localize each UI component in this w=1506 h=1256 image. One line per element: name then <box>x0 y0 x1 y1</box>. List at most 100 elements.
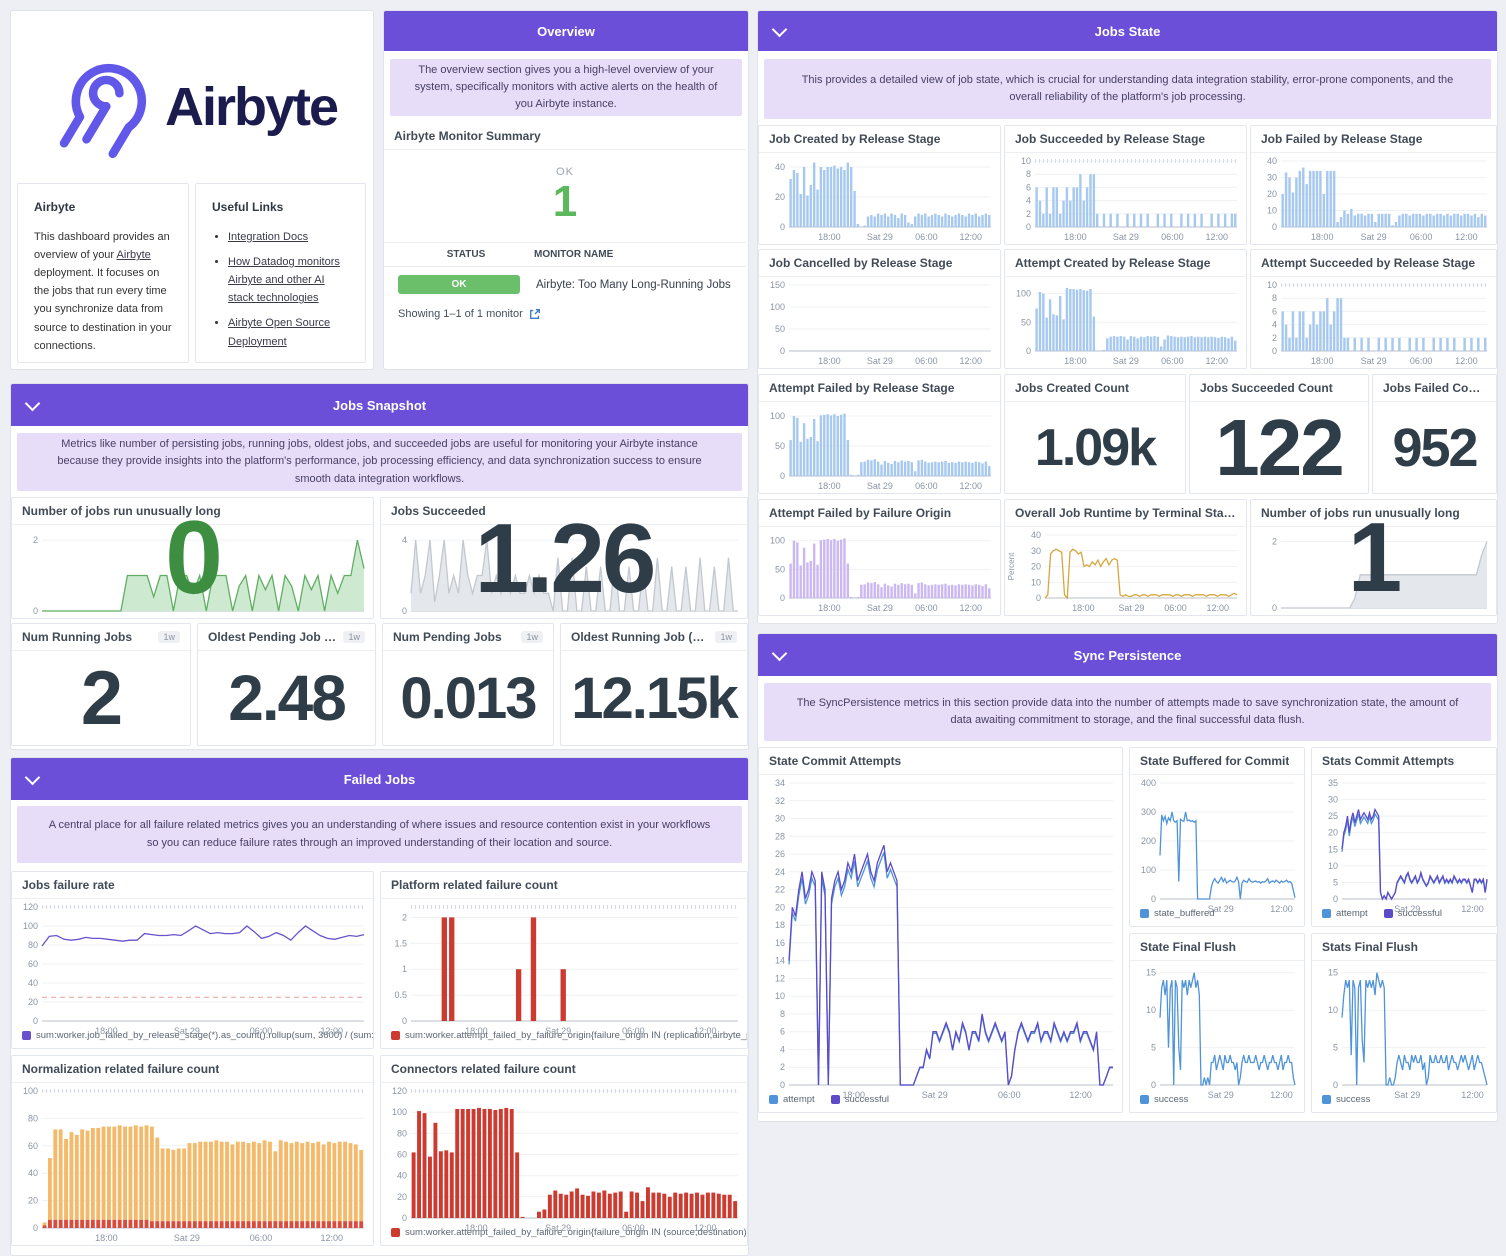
timeseries-chart[interactable]: 0 5 10 15 20 25 30 35 Sat 29 12:00 <box>1312 775 1496 914</box>
timeseries-chart[interactable]: 0 20 40 60 80 100 18:00 Sat 29 06:00 12:00 <box>12 1083 373 1245</box>
link-integration-docs[interactable]: Integration Docs <box>228 231 308 243</box>
svg-text:14: 14 <box>775 956 785 966</box>
svg-text:Sat 29: Sat 29 <box>174 1026 200 1036</box>
svg-text:4: 4 <box>780 1045 785 1055</box>
widget-title: Oldest Running Job (Secs) <box>571 630 710 644</box>
svg-text:35: 35 <box>1328 778 1338 788</box>
widget-title: Overall Job Runtime by Terminal State (S… <box>1015 506 1236 520</box>
svg-text:18:00: 18:00 <box>1064 356 1087 366</box>
svg-text:10: 10 <box>1328 861 1338 871</box>
svg-text:06:00: 06:00 <box>915 232 938 242</box>
useful-links-card: Useful Links Integration Docs How Datado… <box>195 183 366 363</box>
widget-title: Jobs Succeeded Count <box>1200 381 1333 395</box>
svg-text:40: 40 <box>397 1171 407 1181</box>
svg-text:12:00: 12:00 <box>1461 904 1484 914</box>
timeseries-chart[interactable]: 0 20 40 60 80 100 120 18:00 Sat 29 06:00 12:00 <box>381 1083 747 1233</box>
svg-text:06:00: 06:00 <box>1410 356 1433 366</box>
svg-text:Sat 29: Sat 29 <box>1118 603 1144 613</box>
svg-text:12:00: 12:00 <box>321 1233 344 1243</box>
timeseries-chart[interactable]: 02 <box>1251 527 1496 615</box>
collapse-chevron-icon[interactable] <box>24 769 41 786</box>
collapse-chevron-icon[interactable] <box>24 395 41 412</box>
timeseries-chart[interactable]: 0 10 20 30 40 18:00 Sat 29 06:00 12:00 <box>1251 153 1496 244</box>
widget-title: Number of jobs run unusually long <box>1261 506 1460 520</box>
section-header-jobs-snapshot[interactable]: Jobs Snapshot <box>11 384 748 426</box>
svg-text:2: 2 <box>402 912 407 922</box>
timeseries-chart[interactable]: 0 0.5 1 1.5 2 18:00 Sat 29 06:00 12:00 <box>381 899 747 1036</box>
svg-text:0: 0 <box>1026 222 1031 232</box>
widget-jobs-failure-rate: Jobs failure rate 0 20 40 60 80 100 120 18:00 Sa… <box>11 871 374 1049</box>
widget-connectors-related-failure-count: Connectors related failure count 0 20 40 60… <box>380 1055 748 1246</box>
svg-text:15: 15 <box>1146 968 1156 978</box>
collapse-chevron-icon[interactable] <box>771 645 788 662</box>
monitor-row[interactable]: OK Airbyte: Too Many Long-Running Jobs <box>384 267 746 302</box>
svg-text:Sat 29: Sat 29 <box>1208 1090 1234 1100</box>
link-datadog-monitors[interactable]: How Datadog monitors Airbyte and other A… <box>228 256 340 304</box>
svg-text:0: 0 <box>402 1213 407 1223</box>
svg-text:06:00: 06:00 <box>915 356 938 366</box>
external-link-icon[interactable] <box>529 308 541 320</box>
timeseries-chart[interactable]: 0 20 40 60 80 100 120 18:00 Sat 29 06:00 12:00 <box>12 899 373 1036</box>
timeseries-chart[interactable]: 0 2 4 6 8 10 18:00 Sat 29 06:00 12:00 <box>1005 153 1246 244</box>
timeseries-chart[interactable]: 0 50 100 18:00 Sat 29 06:00 12:00 <box>1005 277 1246 368</box>
widget-num-pending-jobs: Num Pending Jobs 1w 0.013 <box>382 623 554 746</box>
svg-text:0: 0 <box>33 1016 38 1026</box>
timeseries-chart[interactable]: 0 20 40 18:00 Sat 29 06:00 12:00 <box>759 153 1000 244</box>
svg-text:50: 50 <box>775 441 785 451</box>
svg-text:0: 0 <box>33 1223 38 1233</box>
timeseries-chart[interactable]: 0 2 4 6 8 10 18:00 Sat 29 06:00 12:00 <box>1251 277 1496 368</box>
timeseries-chart[interactable]: 0 50 100 18:00 Sat 29 06:00 12:00 <box>759 402 1000 493</box>
timeseries-chart[interactable]: 0 10 20 30 40 Percent 18:00 Sat 29 06:00 12:00 <box>1005 527 1246 615</box>
timeseries-chart[interactable]: 0 100 200 300 400 Sat 29 12:00 <box>1130 775 1304 914</box>
section-title: Failed Jobs <box>343 771 416 787</box>
svg-text:18:00: 18:00 <box>465 1223 488 1233</box>
svg-text:60: 60 <box>397 1150 407 1160</box>
widget-state-buffered-for-commit: State Buffered for Commit 0 100 200 300 400 S… <box>1129 747 1305 927</box>
svg-text:40: 40 <box>1031 530 1041 540</box>
svg-text:18:00: 18:00 <box>95 1026 118 1036</box>
timeseries-chart[interactable]: 0 50 100 18:00 Sat 29 06:00 12:00 <box>759 527 1000 615</box>
timeseries-chart[interactable]: 0 5 10 15 Sat 29 12:00 <box>1312 961 1496 1100</box>
svg-text:06:00: 06:00 <box>622 1223 645 1233</box>
svg-text:18:00: 18:00 <box>1072 603 1095 613</box>
svg-text:06:00: 06:00 <box>1161 232 1184 242</box>
section-header-failed-jobs[interactable]: Failed Jobs <box>11 758 748 800</box>
svg-text:100: 100 <box>23 1086 38 1096</box>
svg-text:12:00: 12:00 <box>1207 603 1230 613</box>
collapse-chevron-icon[interactable] <box>771 21 788 38</box>
svg-text:4: 4 <box>402 535 407 545</box>
widget-stats-commit-attempts: Stats Commit Attempts 0 5 10 15 20 25 30 35 Sat … <box>1311 747 1497 927</box>
timeseries-chart[interactable]: 02 <box>12 525 373 618</box>
svg-text:15: 15 <box>1328 844 1338 854</box>
svg-text:20: 20 <box>1267 189 1277 199</box>
timeseries-chart[interactable]: 0 50 100 150 18:00 Sat 29 06:00 12:00 <box>759 277 1000 368</box>
widget-platform-related-failure-count: Platform related failure count 0 0.5 1 1.5 2… <box>380 871 748 1049</box>
section-header-overview[interactable]: Overview <box>384 11 748 51</box>
column-status: STATUS <box>446 249 486 260</box>
svg-text:400: 400 <box>1141 778 1156 788</box>
svg-text:30: 30 <box>1328 795 1338 805</box>
airbyte-link[interactable]: Airbyte <box>117 249 151 261</box>
widget-oldest-pending-job: Oldest Pending Job (Secs) 1w 2.48 <box>197 623 376 746</box>
svg-text:1: 1 <box>402 964 407 974</box>
timeseries-chart[interactable]: 0 2 4 6 8 10 12 14 16 18 20 22 24 26 28 30 32 34 18:00 Sat … <box>759 775 1122 1100</box>
svg-text:0: 0 <box>1272 603 1277 613</box>
list-item: Integration Docs <box>228 228 349 246</box>
airbyte-logo-icon <box>59 63 146 159</box>
section-header-sync-persistence[interactable]: Sync Persistence <box>758 634 1497 676</box>
link-open-source-deployment[interactable]: Airbyte Open Source Deployment <box>228 317 330 347</box>
svg-text:Sat 29: Sat 29 <box>922 1090 948 1100</box>
timeseries-chart[interactable]: 0 5 10 15 Sat 29 12:00 <box>1130 961 1304 1100</box>
monitor-name[interactable]: Airbyte: Too Many Long-Running Jobs <box>536 279 731 291</box>
timeframe-badge: 1w <box>158 631 180 643</box>
monitor-table-header: STATUS MONITOR NAME <box>384 243 746 267</box>
svg-text:30: 30 <box>1031 546 1041 556</box>
widget-title: Number of jobs run unusually long <box>22 504 221 518</box>
widget-attempt-failed-by-release-stage: Attempt Failed by Release Stage 0 50 100 18… <box>758 374 1001 494</box>
svg-text:Sat 29: Sat 29 <box>867 356 893 366</box>
timeseries-chart[interactable]: 04 <box>381 525 747 618</box>
widget-title: State Buffered for Commit <box>1140 754 1290 768</box>
svg-text:34: 34 <box>775 778 785 788</box>
svg-text:5: 5 <box>1151 1043 1156 1053</box>
section-header-jobs-state[interactable]: Jobs State <box>758 11 1497 51</box>
